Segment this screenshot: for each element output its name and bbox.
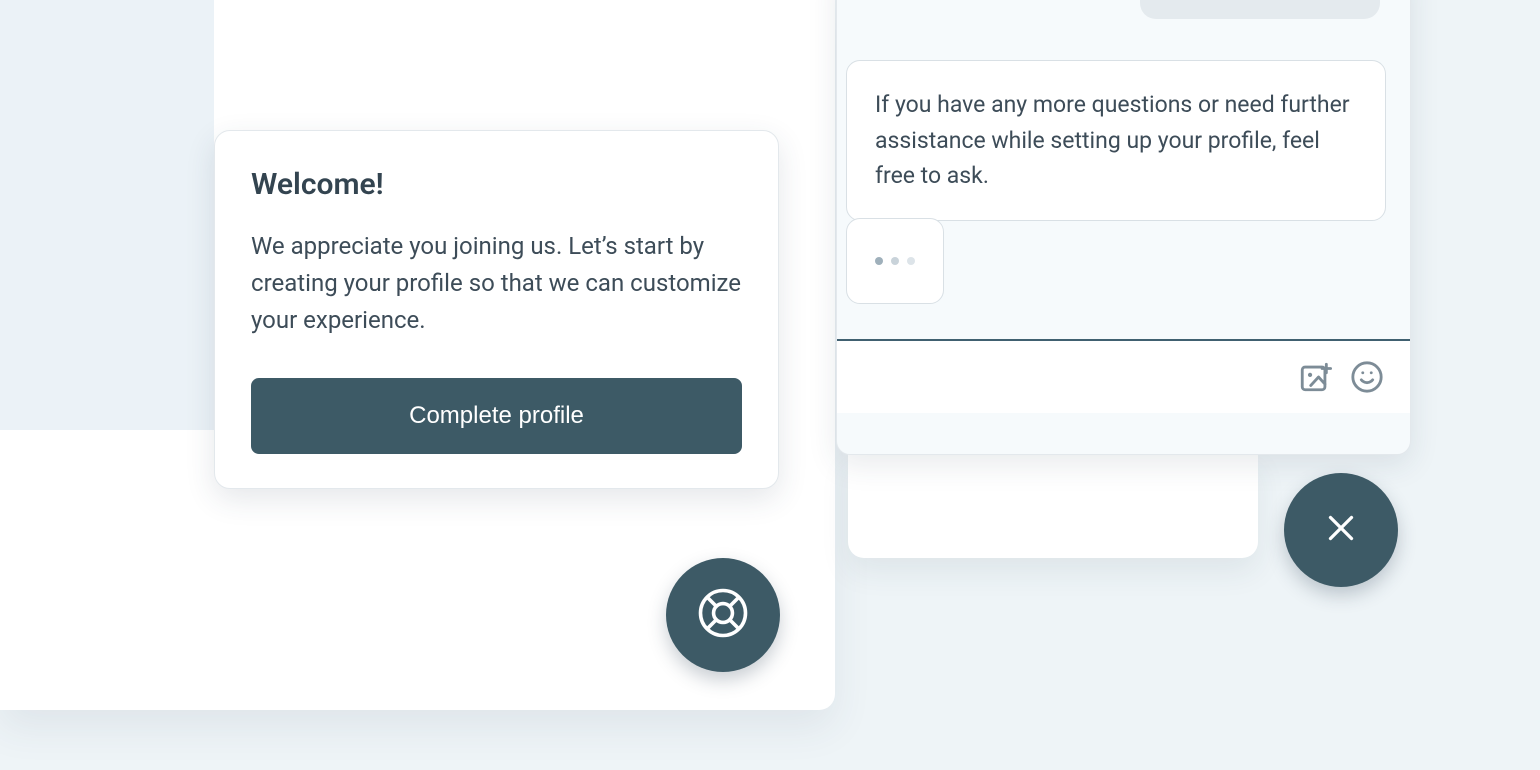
welcome-title: Welcome! [251, 167, 742, 202]
help-button[interactable] [666, 558, 780, 672]
typing-indicator [846, 218, 944, 304]
chat-message: If you have any more questions or need f… [846, 60, 1386, 221]
typing-dot [907, 257, 915, 265]
chat-toolbar [837, 341, 1410, 413]
left-overlay [0, 0, 214, 430]
emoji-icon[interactable] [1350, 360, 1384, 394]
close-button[interactable] [1284, 473, 1398, 587]
typing-dot [891, 257, 899, 265]
chat-user-bubble [1140, 0, 1380, 19]
welcome-card: Welcome! We appreciate you joining us. L… [214, 130, 779, 489]
close-icon [1323, 510, 1359, 550]
typing-dot [875, 257, 883, 265]
complete-profile-button[interactable]: Complete profile [251, 378, 742, 454]
chat-panel: If you have any more questions or need f… [836, 0, 1411, 455]
welcome-body: We appreciate you joining us. Let’s star… [251, 228, 742, 340]
card-tail [848, 454, 1258, 558]
add-image-icon[interactable] [1298, 360, 1332, 394]
lifebuoy-icon [696, 586, 750, 644]
